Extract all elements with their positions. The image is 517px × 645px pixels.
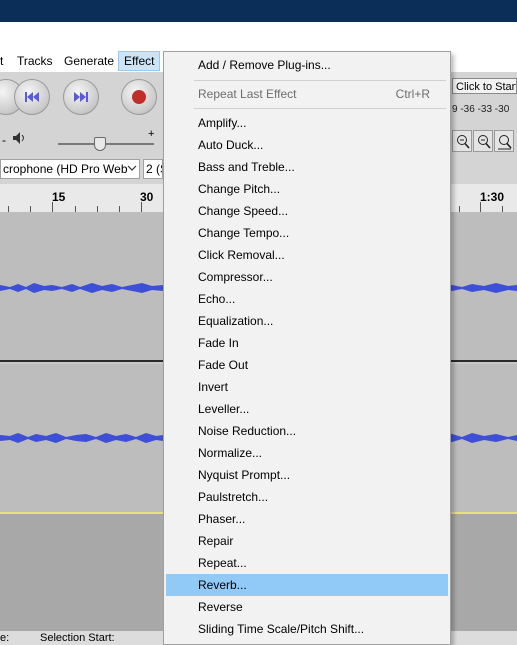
menu-item-invert[interactable]: Invert <box>166 376 448 398</box>
menu-item-label: Repeat Last Effect <box>198 87 297 101</box>
zoom-button[interactable] <box>473 130 493 152</box>
ruler-tick <box>52 202 53 212</box>
ruler-label: 30 <box>140 190 154 204</box>
menu-item-label: Echo... <box>198 292 236 306</box>
menu-item-label: Repeat... <box>198 556 247 570</box>
menu-item-compressor[interactable]: Compressor... <box>166 266 448 288</box>
input-device-select[interactable]: crophone (HD Pro Web <box>0 159 140 179</box>
menu-item-phaser[interactable]: Phaser... <box>166 508 448 530</box>
menu-item-paulstretch[interactable]: Paulstretch... <box>166 486 448 508</box>
zoom-icon <box>477 134 491 153</box>
menu-item-label: Invert <box>198 380 229 394</box>
click-to-start-monitoring[interactable]: Click to Start <box>452 78 517 94</box>
menu-item-label: Click Removal... <box>198 248 285 262</box>
menu-item-label: Sliding Time Scale/Pitch Shift... <box>198 622 365 636</box>
menu-item-label: Fade Out <box>198 358 249 372</box>
volume-label-icon: - <box>2 133 6 147</box>
playback-volume-slider[interactable] <box>94 137 106 151</box>
skip-to-start-button[interactable] <box>14 79 50 115</box>
record-icon <box>132 90 146 104</box>
menu-item-change-speed[interactable]: Change Speed... <box>166 200 448 222</box>
menu-item-label: Noise Reduction... <box>198 424 297 438</box>
menu-item-label: Change Tempo... <box>198 226 290 240</box>
menu-item-label: Auto Duck... <box>198 138 264 152</box>
menu-generate[interactable]: Generate <box>64 53 114 69</box>
menu-item-bass-and-treble[interactable]: Bass and Treble... <box>166 156 448 178</box>
ruler-label: 1:30 <box>480 190 505 204</box>
menu-item-label: Paulstretch... <box>198 490 269 504</box>
skip-forward-icon <box>64 80 98 114</box>
slider-plus-label: + <box>148 128 155 140</box>
menu-separator <box>194 108 446 109</box>
menu-item-amplify[interactable]: Amplify... <box>166 112 448 134</box>
menu-tracks[interactable]: Tracks <box>17 53 53 69</box>
menu-item-repair[interactable]: Repair <box>166 530 448 552</box>
ruler-tick <box>141 202 142 212</box>
menu-item-fade-out[interactable]: Fade Out <box>166 354 448 376</box>
menu-item-leveller[interactable]: Leveller... <box>166 398 448 420</box>
menu-item-label: Reverse <box>198 600 243 614</box>
effect-menu: Add / Remove Plug-ins... Repeat Last Eff… <box>163 51 451 645</box>
chevron-down-icon <box>127 161 137 178</box>
menu-item-label: Leveller... <box>198 402 250 416</box>
meter-scale: 9 -36 -33 -30 <box>452 104 510 115</box>
menu-item-label: Nyquist Prompt... <box>198 468 291 482</box>
fit-zoom-button[interactable] <box>494 130 514 152</box>
menu-item-label: Change Speed... <box>198 204 289 218</box>
playback-volume-track <box>58 143 154 145</box>
zoom-out-button[interactable] <box>452 130 472 152</box>
menu-item-repeat[interactable]: Repeat... <box>166 552 448 574</box>
menu-item-label: Normalize... <box>198 446 263 460</box>
menu-item-label: Phaser... <box>198 512 246 526</box>
menu-item-label: Repair <box>198 534 234 548</box>
menu-item-sliding-time-scale-pitch-shift[interactable]: Sliding Time Scale/Pitch Shift... <box>166 618 448 640</box>
window-title-bar <box>0 0 517 22</box>
zoom-out-icon <box>456 134 470 153</box>
selection-start-label: Selection Start: <box>40 632 115 644</box>
menu-item-fade-in[interactable]: Fade In <box>166 332 448 354</box>
menu-item-add-remove-plugins[interactable]: Add / Remove Plug-ins... <box>166 54 448 76</box>
status-label: e: <box>0 632 10 644</box>
menu-item-reverb[interactable]: Reverb... <box>166 574 448 596</box>
menu-item-equalization[interactable]: Equalization... <box>166 310 448 332</box>
menu-item-echo[interactable]: Echo... <box>166 288 448 310</box>
menu-item-repeat-last-effect: Repeat Last Effect Ctrl+R <box>166 83 448 105</box>
menu-item-label: Compressor... <box>198 270 273 284</box>
speaker-icon <box>12 131 28 148</box>
menu-item-change-pitch[interactable]: Change Pitch... <box>166 178 448 200</box>
fit-zoom-icon <box>498 134 512 153</box>
menu-separator <box>194 80 446 81</box>
window-title-area <box>0 22 517 50</box>
ruler-tick <box>480 202 481 212</box>
menu-item-label: Amplify... <box>198 116 247 130</box>
menu-item-nyquist-prompt[interactable]: Nyquist Prompt... <box>166 464 448 486</box>
menu-item-label: Reverb... <box>198 578 247 592</box>
menu-item-label: Change Pitch... <box>198 182 281 196</box>
menu-effect[interactable]: Effect <box>118 51 161 71</box>
record-button[interactable] <box>121 79 157 115</box>
channels-select[interactable]: 2 (S <box>143 159 163 179</box>
menu-item-auto-duck[interactable]: Auto Duck... <box>166 134 448 156</box>
menu-item-reverse[interactable]: Reverse <box>166 596 448 618</box>
menu-partial[interactable]: t <box>0 53 3 69</box>
menu-item-change-tempo[interactable]: Change Tempo... <box>166 222 448 244</box>
skip-to-end-button[interactable] <box>63 79 99 115</box>
menu-item-label: Fade In <box>198 336 239 350</box>
menu-item-noise-reduction[interactable]: Noise Reduction... <box>166 420 448 442</box>
ruler-label: 15 <box>52 190 66 204</box>
menu-item-click-removal[interactable]: Click Removal... <box>166 244 448 266</box>
menu-item-normalize[interactable]: Normalize... <box>166 442 448 464</box>
menu-item-label: Add / Remove Plug-ins... <box>198 58 331 72</box>
menu-item-shortcut: Ctrl+R <box>395 87 430 101</box>
menu-item-label: Bass and Treble... <box>198 160 295 174</box>
menu-item-label: Equalization... <box>198 314 274 328</box>
skip-back-icon <box>15 80 49 114</box>
